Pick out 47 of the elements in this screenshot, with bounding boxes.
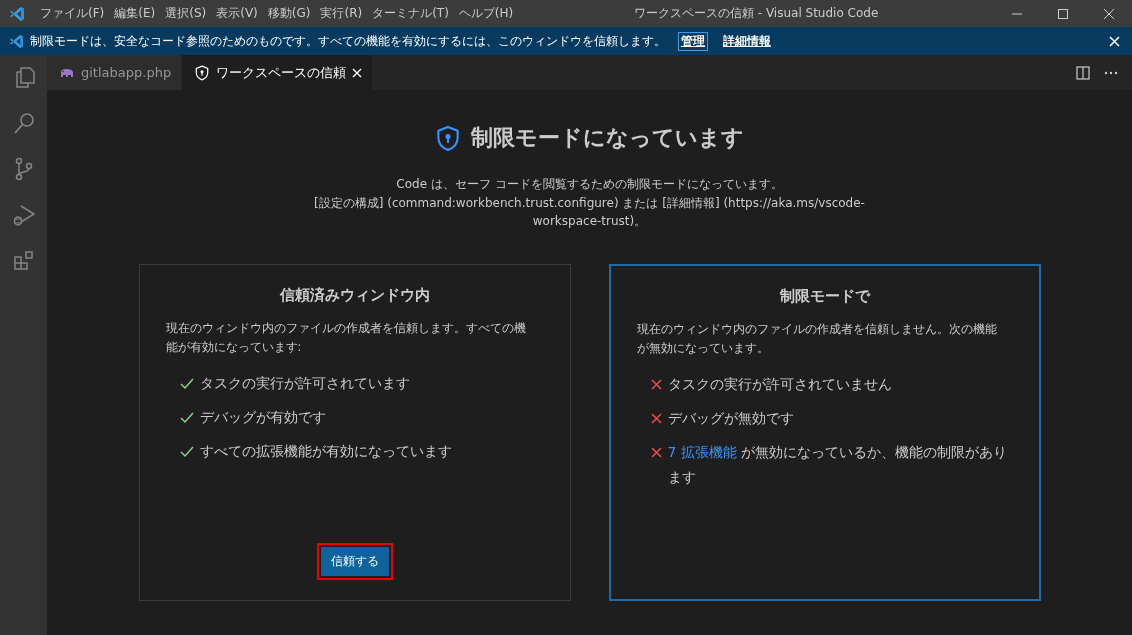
menu-item[interactable]: 移動(G) xyxy=(262,5,316,22)
card-description: 現在のウィンドウ内のファイルの作成者を信頼しません。次の機能が無効になっています。 xyxy=(636,320,998,357)
menu-item[interactable]: ファイル(F) xyxy=(35,5,110,22)
card-description: 現在のウィンドウ内のファイルの作成者を信頼します。すべての機能が有効になっています: xyxy=(165,319,527,356)
menu-item[interactable]: ヘルプ(H) xyxy=(453,5,519,22)
window-title: ワークスペースの信頼 - Visual Studio Code xyxy=(633,5,879,22)
feature-text: すべての拡張機能が有効になっています xyxy=(199,441,452,461)
run-debug-icon[interactable] xyxy=(11,203,36,227)
banner-link[interactable]: 管理 xyxy=(678,31,708,51)
close-icon[interactable] xyxy=(352,67,363,78)
close-icon[interactable] xyxy=(1109,35,1120,47)
editor-tab[interactable]: gitlabapp.php xyxy=(47,55,183,90)
banner-message: 制限モードは、安全なコード参照のためのものです。すべての機能を有効にするには、このウィンドウを信頼します。 xyxy=(30,33,666,49)
menu-item[interactable]: ターミナル(T) xyxy=(367,5,454,22)
menu-item[interactable]: 編集(E) xyxy=(109,5,161,22)
extensions-link[interactable]: 7 拡張機能 xyxy=(667,443,737,460)
extensions-icon[interactable] xyxy=(11,249,36,273)
description-text: [設定の構成] (command:workbench.trust.configure) または [詳細情報] (https://aka.ms/vscode-workspace-trust)。 xyxy=(313,194,866,230)
card-title: 制限モードで xyxy=(778,286,872,306)
editor-tab[interactable]: ワークスペースの信頼 xyxy=(182,55,374,90)
check-icon xyxy=(179,411,194,424)
menu-item[interactable]: 表示(V) xyxy=(211,5,263,22)
x-icon xyxy=(650,446,662,458)
elephant-icon xyxy=(59,66,75,79)
x-icon xyxy=(650,378,662,390)
feature-text: デバッグが無効です xyxy=(667,408,794,428)
feature-text: タスクの実行が許可されていません xyxy=(667,374,892,394)
vscode-logo-icon xyxy=(9,33,24,49)
menu-item[interactable]: 選択(S) xyxy=(160,5,212,22)
check-icon xyxy=(179,445,194,458)
shield-icon xyxy=(194,64,211,81)
description-text: Code は、セーフ コードを閲覧するための制限モードになっています。 xyxy=(395,176,784,193)
feature-text: 7 拡張機能 が無効になっているか、機能の制限があります xyxy=(667,442,1009,487)
vscode-logo-icon xyxy=(9,5,25,22)
menu-item[interactable]: 実行(R) xyxy=(315,5,368,22)
banner-link[interactable]: 詳細情報 xyxy=(720,31,774,51)
x-icon xyxy=(650,412,662,424)
more-icon[interactable] xyxy=(1104,70,1118,75)
feature-text: タスクの実行が許可されています xyxy=(199,373,410,393)
shield-icon xyxy=(435,124,461,152)
search-icon[interactable] xyxy=(11,111,36,135)
check-icon xyxy=(179,377,194,390)
feature-text: デバッグが有効です xyxy=(199,407,326,427)
card-title: 信頼済みウィンドウ内 xyxy=(278,285,431,305)
split-editor-icon[interactable] xyxy=(1076,65,1090,80)
trust-button[interactable]: 信頼する xyxy=(316,542,393,580)
page-title: 制限モードになっています xyxy=(471,124,744,152)
